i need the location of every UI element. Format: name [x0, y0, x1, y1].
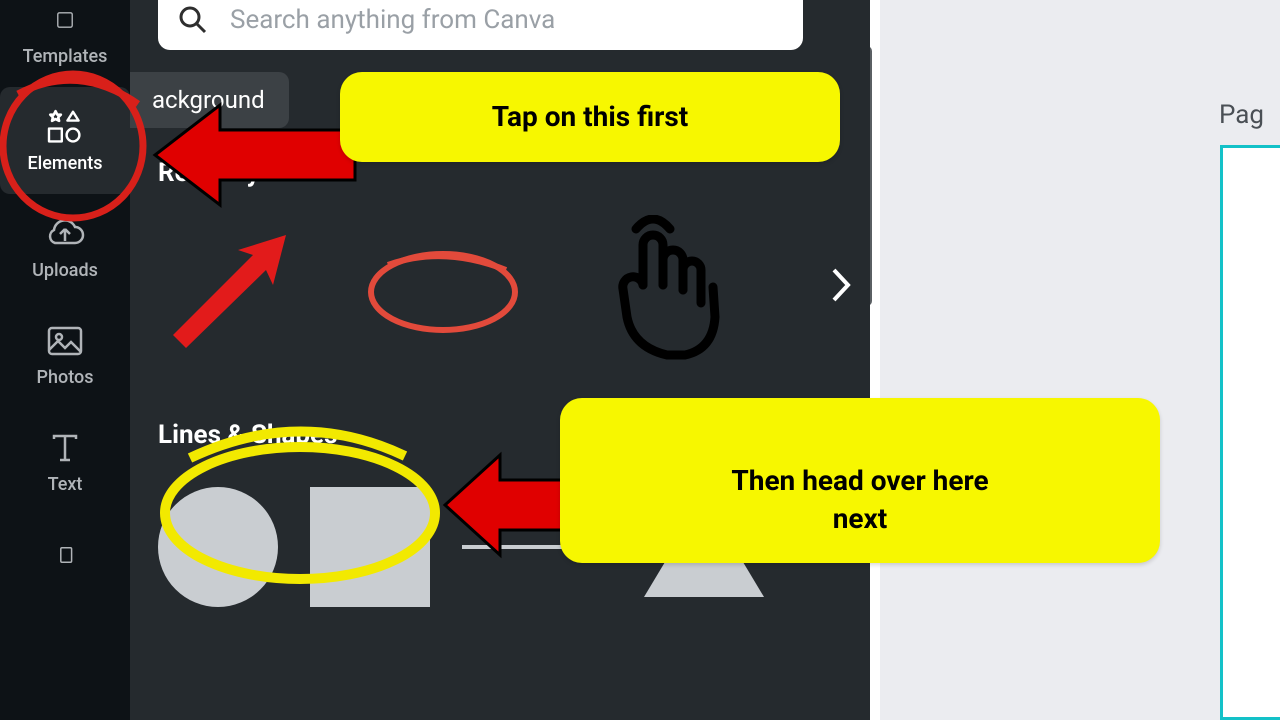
annotation-yellow-circle [150, 418, 450, 602]
sidebar-item-label: Photos [37, 367, 94, 388]
search-icon [176, 3, 210, 37]
sidebar-item-more[interactable] [0, 515, 130, 575]
recently-used-row [158, 210, 842, 370]
more-icon [45, 535, 85, 575]
annotation-callout-2: Then head over here next [560, 398, 1160, 563]
page-frame[interactable] [1220, 145, 1280, 720]
search-placeholder: Search anything from Canva [230, 5, 555, 35]
sidebar-item-text[interactable]: Text [0, 408, 130, 515]
element-tap-hand[interactable] [588, 215, 728, 365]
element-red-circle[interactable] [358, 240, 528, 340]
sidebar-item-label: Text [48, 474, 83, 495]
canvas-area: Pag [880, 0, 1280, 720]
page-label: Pag [1219, 100, 1264, 130]
sidebar-item-label: Uploads [32, 260, 98, 281]
annotation-red-circle [0, 64, 158, 228]
chevron-right-icon[interactable] [830, 266, 852, 314]
annotation-arrow-1 [150, 100, 360, 214]
sidebar-item-photos[interactable]: Photos [0, 301, 130, 408]
annotation-callout-1: Tap on this first [340, 72, 840, 162]
search-input[interactable]: Search anything from Canva [158, 0, 803, 50]
photos-icon [45, 321, 85, 361]
text-icon [45, 428, 85, 468]
templates-icon [45, 0, 85, 40]
element-red-arrow[interactable] [158, 230, 298, 350]
